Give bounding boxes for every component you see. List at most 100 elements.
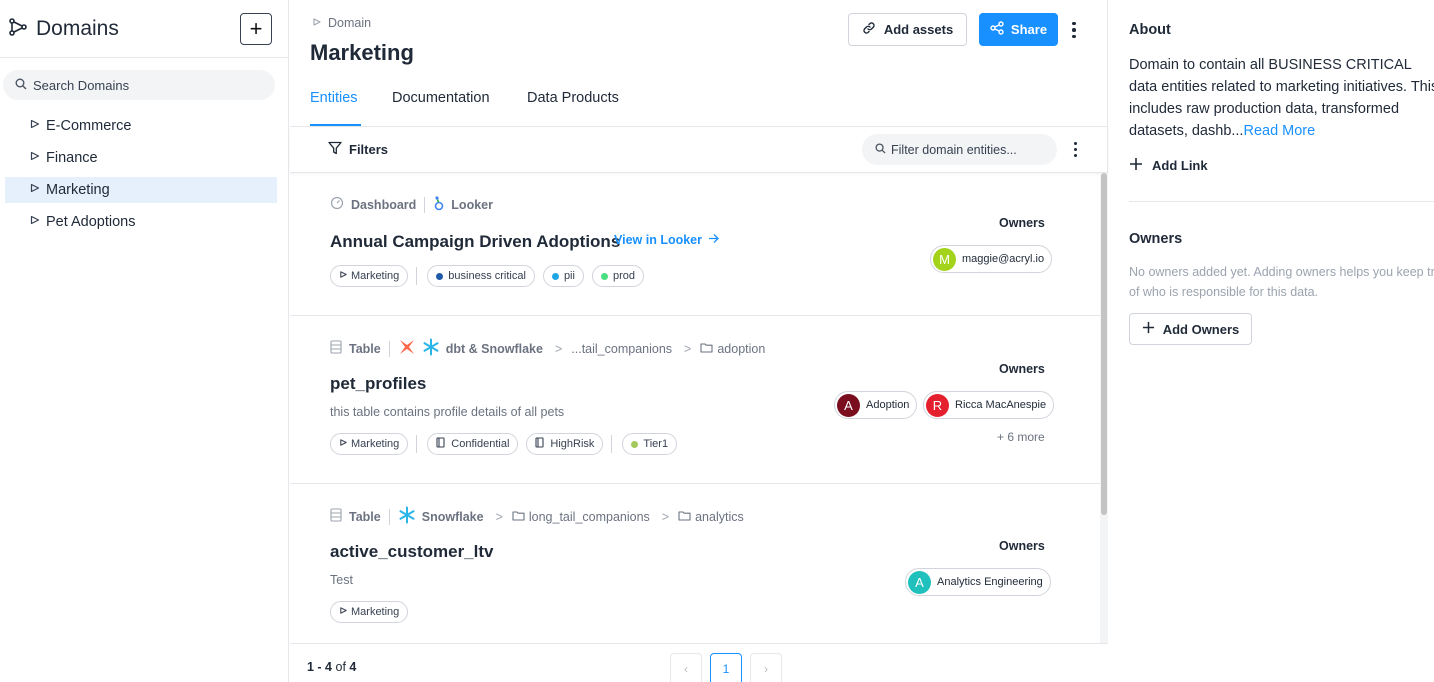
domain-list: E-Commerce Finance Marketing Pet Adoptio… [0,113,288,235]
filter-entities-input[interactable]: Filter domain entities... [862,134,1057,165]
tab-entities[interactable]: Entities [310,90,358,106]
book-icon [436,437,448,451]
results-scrollbar[interactable] [1100,173,1108,643]
view-in-looker-link[interactable]: View in Looker [614,233,719,247]
add-owners-button[interactable]: Add Owners [1129,313,1252,345]
domain-icon [339,270,351,282]
share-button[interactable]: Share [979,13,1058,46]
list-item[interactable]: Dashboard Looker Annual Campaign Driven … [290,173,1100,316]
chevron-right-icon: > [661,509,670,524]
add-assets-button[interactable]: Add assets [848,13,967,46]
tag-tier1[interactable]: Tier1 [622,433,678,455]
tag-color-dot [631,440,639,448]
dashboard-icon [330,196,344,213]
search-domains-placeholder: Search Domains [33,77,130,93]
page-1-button[interactable]: 1 [710,653,742,682]
list-item[interactable]: Table dbt & Snowflake > ...tail_companio… [290,316,1100,484]
chevron-right-icon: > [495,509,503,524]
owner-name: Analytics Engineering [937,576,1043,588]
folder-icon [512,510,529,524]
link-icon [862,21,884,38]
path-segment[interactable]: analytics [678,510,744,524]
add-link-button[interactable]: Add Link [1129,157,1208,174]
filter-bar: Filters Filter domain entities... [290,127,1108,173]
results-total: 4 [349,660,357,674]
folder-icon [700,342,717,356]
entity-name[interactable]: active_customer_ltv [330,542,493,562]
owner-pill[interactable]: M maggie@acryl.io [930,245,1053,273]
owner-pill[interactable]: A Analytics Engineering [905,568,1051,596]
owners-empty-line: No owners added yet. Adding owners helps… [1129,265,1434,279]
add-domain-button[interactable]: + [240,12,272,45]
term-confidential[interactable]: Confidential [427,433,519,455]
search-domains-input[interactable]: Search Domains [3,70,275,100]
tag-label: prod [612,270,635,282]
owners-label: Owners [999,539,1045,553]
table-icon [330,340,342,357]
pagination: 1 - 4 of 4 ‹ 1 › [290,643,1108,682]
entity-name[interactable]: Annual Campaign Driven Adoptions [330,232,620,252]
read-more-link[interactable]: Read More [1243,123,1315,139]
path-segment[interactable]: ...tail_companions [571,342,672,356]
entity-tags: Marketing [330,601,416,623]
tag-pii[interactable]: pii [542,265,584,287]
domain-tag[interactable]: Marketing [330,265,409,287]
next-page-button[interactable]: › [750,653,782,682]
sidebar-item-e-commerce[interactable]: E-Commerce [5,113,277,139]
tag-color-dot [551,272,559,280]
more-options-icon[interactable] [1066,16,1082,44]
domain-tag[interactable]: Marketing [330,601,409,623]
entity-meta: Dashboard Looker [330,195,493,214]
more-owners-link[interactable]: + 6 more [997,430,1045,444]
breadcrumb: Domain [312,16,371,30]
list-item[interactable]: Table Snowflake > long_tail_companions >… [290,484,1100,643]
domain-icon [29,150,46,166]
tag-label: Tier1 [643,438,669,450]
platform-name: Looker [451,197,493,212]
term-highrisk[interactable]: HighRisk [526,433,604,455]
domain-tag-label: Marketing [351,606,400,618]
owner-name: Ricca MacAnespie [955,399,1047,411]
active-tab-indicator [310,124,361,126]
sidebar-item-marketing[interactable]: Marketing [5,177,277,203]
domain-tag[interactable]: Marketing [330,433,409,455]
scrollbar-thumb[interactable] [1101,173,1107,515]
add-assets-label: Add assets [883,22,954,37]
filter-icon [328,141,349,158]
path-segment[interactable]: long_tail_companions [512,510,650,524]
domain-icon [29,118,46,134]
owner-pill[interactable]: R Ricca MacAnespie [923,391,1055,419]
entity-results-list: Dashboard Looker Annual Campaign Driven … [290,173,1100,643]
results-options-icon[interactable] [1069,139,1081,159]
domains-sidebar: Domains + Search Domains E-Commerce Fina… [0,0,289,682]
entity-description: Test [330,573,353,587]
owners-empty-state: No owners added yet. Adding owners helps… [1129,262,1434,302]
domain-tag-label: Marketing [351,270,400,282]
path-segment-label: long_tail_companions [528,509,650,524]
filters-button[interactable]: Filters [328,141,388,158]
tag-color-dot [436,272,444,280]
about-title: About [1129,22,1171,38]
owner-pill[interactable]: A Adoption [834,391,918,419]
domain-icon [312,16,328,30]
tab-data-products[interactable]: Data Products [527,90,619,106]
snowflake-icon [422,338,446,359]
sidebar-item-pet-adoptions[interactable]: Pet Adoptions [5,209,277,235]
entity-tags: Marketing business critical pii prod [330,265,652,287]
tag-business-critical[interactable]: business critical [427,265,535,287]
prev-page-button[interactable]: ‹ [670,653,702,682]
arrow-right-icon [702,233,719,247]
tag-prod[interactable]: prod [591,265,644,287]
entity-meta: Table dbt & Snowflake > ...tail_companio… [330,338,765,359]
sidebar-item-finance[interactable]: Finance [5,145,277,171]
avatar: A [908,570,931,594]
results-count: 1 - 4 of 4 [307,660,356,674]
tag-label: business critical [448,270,526,282]
looker-icon [433,195,451,214]
entity-name[interactable]: pet_profiles [330,374,426,394]
path-segment[interactable]: adoption [700,342,765,356]
tab-documentation[interactable]: Documentation [392,90,490,106]
owner-name: Adoption [866,399,910,411]
avatar: A [837,393,860,417]
entity-type: Dashboard [351,197,417,212]
